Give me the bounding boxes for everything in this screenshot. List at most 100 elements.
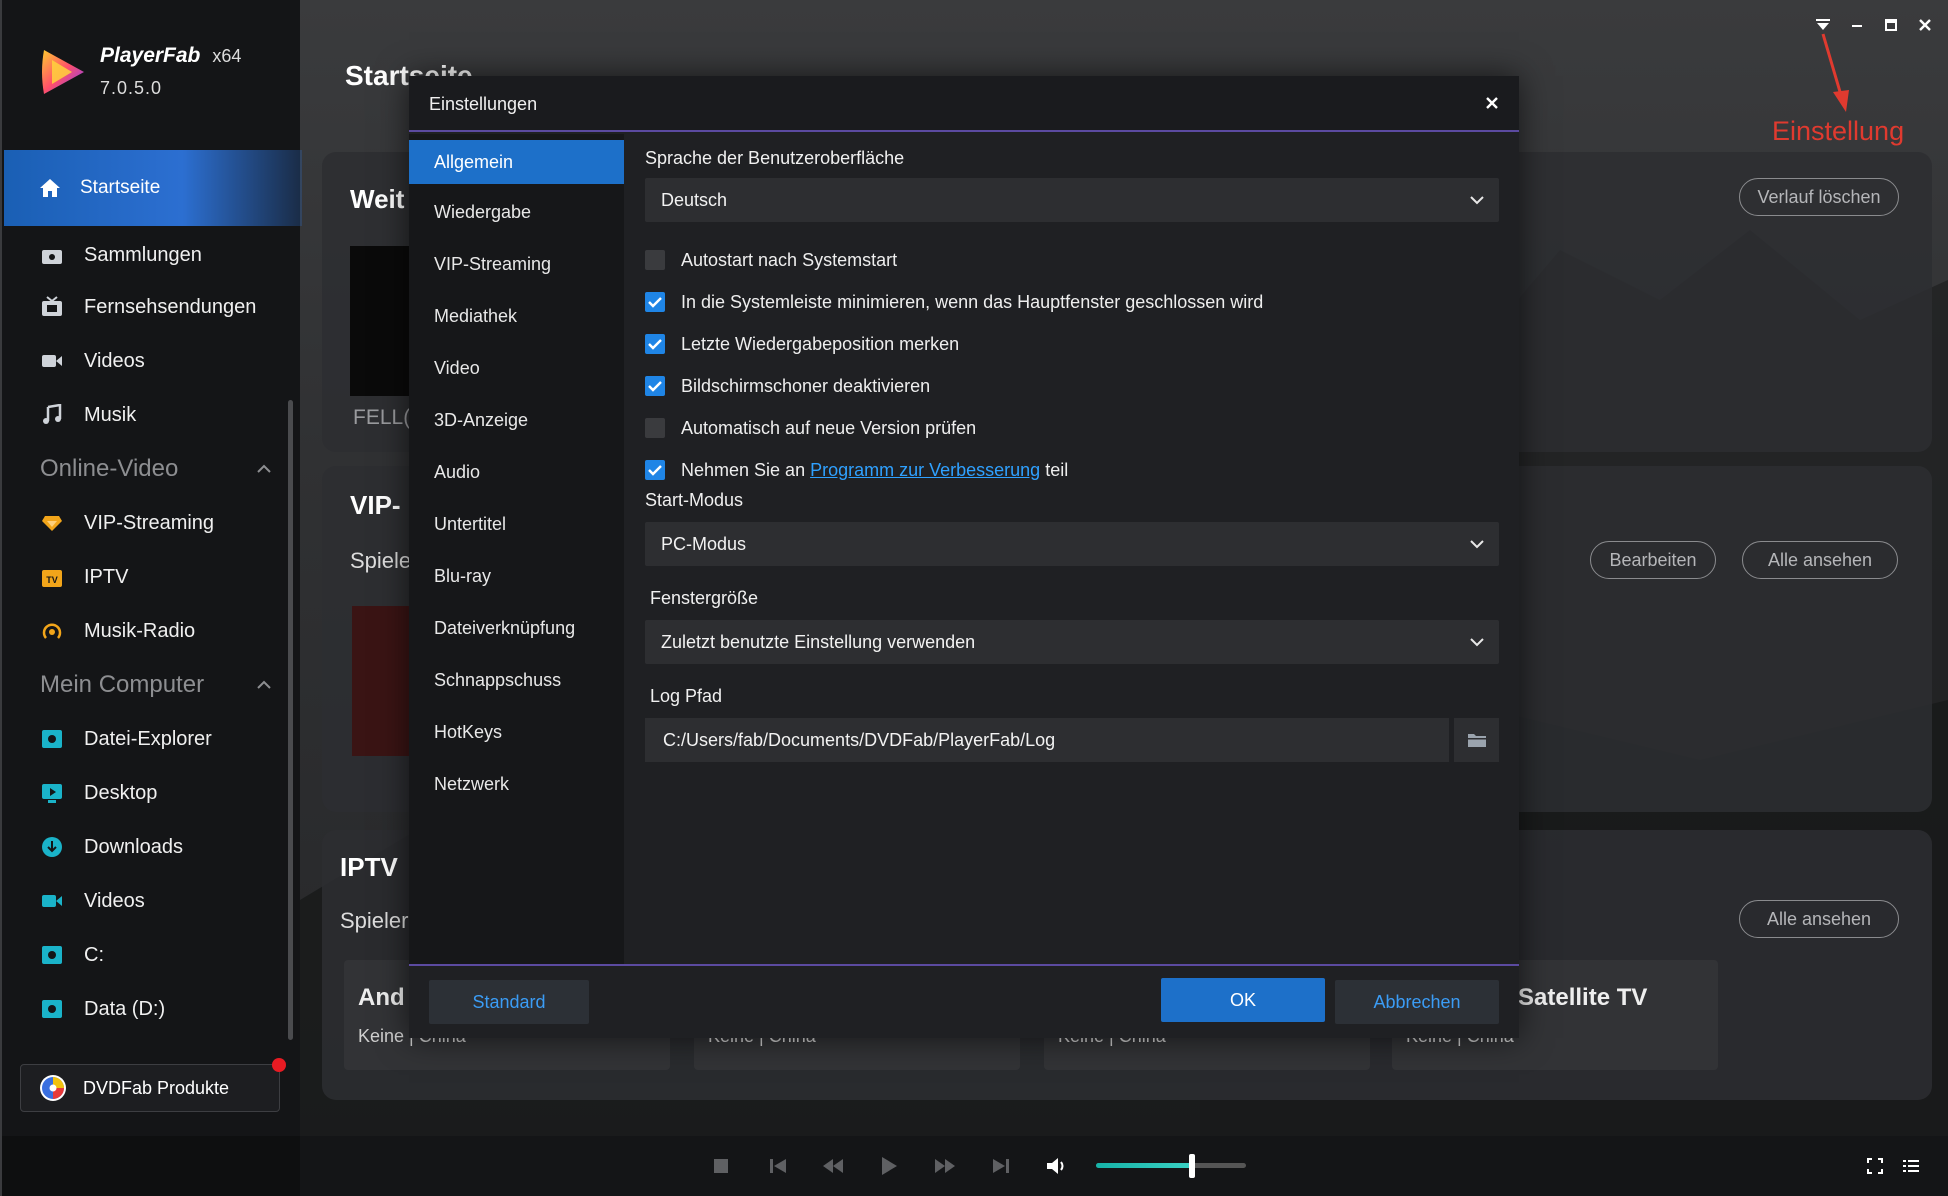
sidebar-item-label: Desktop	[84, 781, 158, 804]
ok-button[interactable]: OK	[1161, 978, 1325, 1022]
dvdfab-logo-icon	[40, 1075, 66, 1101]
dvdfab-products-button[interactable]: DVDFab Produkte	[20, 1064, 280, 1112]
volume-thumb[interactable]	[1189, 1154, 1195, 1178]
checkbox-label: In die Systemleiste minimieren, wenn das…	[681, 291, 1264, 312]
view-all-iptv-button[interactable]: Alle ansehen	[1739, 900, 1899, 938]
standard-button[interactable]: Standard	[429, 980, 589, 1024]
improvement-program-link[interactable]: Programm zur Verbesserung	[810, 460, 1040, 481]
disable-screensaver-checkbox[interactable]	[645, 376, 665, 396]
folder-icon	[40, 727, 64, 751]
log-path-input[interactable]: C:/Users/fab/Documents/DVDFab/PlayerFab/…	[645, 718, 1449, 762]
checkbox-row[interactable]: Automatisch auf neue Version prüfen	[645, 416, 976, 440]
minimize-to-tray-checkbox[interactable]	[645, 292, 665, 312]
settings-tab-blu-ray[interactable]: Blu-ray	[409, 550, 624, 602]
previous-button[interactable]	[765, 1153, 791, 1179]
folder-icon	[1467, 734, 1486, 747]
settings-tab-audio[interactable]: Audio	[409, 446, 624, 498]
sidebar-item-videos[interactable]: Videos	[2, 334, 302, 388]
sidebar-item-label: Musik-Radio	[84, 619, 196, 642]
window-size-label: Fenstergröße	[650, 588, 759, 608]
dialog-close-button[interactable]	[1481, 92, 1503, 114]
sidebar-item-vip-streaming[interactable]: VIP-Streaming	[2, 496, 302, 550]
sidebar-item-label: Fernsehsendungen	[84, 295, 257, 318]
volume-button[interactable]	[1044, 1153, 1070, 1179]
playlist-button[interactable]	[1898, 1153, 1924, 1179]
settings-tab-mediathek[interactable]: Mediathek	[409, 290, 624, 342]
sidebar-item-home[interactable]: Startseite	[4, 150, 302, 226]
radio-icon	[40, 619, 64, 643]
sidebar-item-label: Videos	[84, 889, 145, 912]
player-bar-left	[0, 1136, 300, 1196]
maximize-button[interactable]	[1878, 14, 1904, 36]
settings-tab-video[interactable]: Video	[409, 342, 624, 394]
play-button[interactable]	[876, 1153, 902, 1179]
next-button[interactable]	[988, 1153, 1014, 1179]
settings-content: Sprache der Benutzeroberfläche Deutsch A…	[624, 134, 1519, 964]
window-size-select[interactable]: Zuletzt benutzte Einstellung verwenden	[645, 620, 1499, 664]
checkbox-label: Automatisch auf neue Version prüfen	[681, 417, 977, 438]
settings-tab-3d-anzeige[interactable]: 3D-Anzeige	[409, 394, 624, 446]
app-version: 7.0.5.0	[100, 78, 163, 98]
checkbox-row[interactable]: Autostart nach Systemstart	[645, 248, 897, 272]
my-computer-section-header[interactable]: Mein Computer	[2, 658, 302, 712]
home-icon	[40, 179, 60, 197]
checkbox-label: Bildschirmschoner deaktivieren	[681, 375, 931, 396]
iptv-section-subtitle: Spieler	[340, 908, 409, 933]
checkbox-label: teil	[1045, 459, 1069, 480]
dialog-header: Einstellungen	[409, 76, 1519, 132]
remember-position-checkbox[interactable]	[645, 334, 665, 354]
settings-tab-untertitel[interactable]: Untertitel	[409, 498, 624, 550]
checkbox-row[interactable]: In die Systemleiste minimieren, wenn das…	[645, 290, 1263, 314]
vip-service-thumbnail[interactable]	[352, 606, 412, 756]
sidebar-item-datei-explorer[interactable]: Datei-Explorer	[2, 712, 302, 766]
video-camera-icon	[40, 349, 64, 373]
sidebar-item-musik[interactable]: Musik	[2, 388, 302, 442]
settings-tab-wiedergabe[interactable]: Wiedergabe	[409, 186, 624, 238]
close-window-button[interactable]	[1912, 14, 1938, 36]
close-icon	[1919, 19, 1931, 31]
view-all-vip-button[interactable]: Alle ansehen	[1742, 541, 1898, 579]
sidebar-item-drive-c[interactable]: C:	[2, 928, 302, 982]
rewind-icon	[823, 1159, 843, 1173]
start-mode-label: Start-Modus	[645, 490, 744, 510]
checkbox-row[interactable]: Letzte Wiedergabeposition merken	[645, 332, 959, 356]
fullscreen-button[interactable]	[1862, 1153, 1888, 1179]
autostart-checkbox[interactable]	[645, 250, 665, 270]
settings-tab-schnappschuss[interactable]: Schnappschuss	[409, 654, 624, 706]
chevron-down-icon	[1470, 638, 1484, 647]
fast-forward-button[interactable]	[932, 1153, 958, 1179]
sidebar-item-videos-local[interactable]: Videos	[2, 874, 302, 928]
start-mode-select[interactable]: PC-Modus	[645, 522, 1499, 566]
cancel-button[interactable]: Abbrechen	[1335, 980, 1499, 1024]
sidebar-item-fernsehsendungen[interactable]: Fernsehsendungen	[2, 280, 302, 334]
volume-slider[interactable]	[1096, 1154, 1246, 1178]
auto-update-checkbox[interactable]	[645, 418, 665, 438]
sidebar-scrollbar[interactable]	[288, 400, 293, 1040]
clear-history-button[interactable]: Verlauf löschen	[1739, 178, 1899, 216]
settings-tab-vip-streaming[interactable]: VIP-Streaming	[409, 238, 624, 290]
edit-button[interactable]: Bearbeiten	[1590, 541, 1716, 579]
online-video-section-header[interactable]: Online-Video	[2, 442, 302, 496]
checkbox-row[interactable]: Bildschirmschoner deaktivieren	[645, 374, 930, 398]
sidebar-item-iptv[interactable]: TV IPTV	[2, 550, 302, 604]
stop-button[interactable]	[708, 1153, 734, 1179]
language-select[interactable]: Deutsch	[645, 178, 1499, 222]
rewind-button[interactable]	[820, 1153, 846, 1179]
improvement-program-checkbox[interactable]	[645, 460, 665, 480]
drive-icon	[40, 997, 64, 1021]
sidebar-item-drive-d[interactable]: Data (D:)	[2, 982, 302, 1036]
settings-tab-hotkeys[interactable]: HotKeys	[409, 706, 624, 758]
checkbox-row[interactable]: Nehmen Sie an Programm zur Verbesserung …	[645, 458, 1068, 482]
chevron-down-icon	[1470, 540, 1484, 549]
sidebar-item-downloads[interactable]: Downloads	[2, 820, 302, 874]
continue-thumbnail[interactable]	[350, 246, 410, 396]
play-icon	[882, 1157, 897, 1175]
settings-tab-allgemein[interactable]: Allgemein	[409, 140, 624, 184]
sidebar-item-musik-radio[interactable]: Musik-Radio	[2, 604, 302, 658]
sidebar-item-sammlungen[interactable]: Sammlungen	[2, 230, 302, 280]
sidebar-item-label: Musik	[84, 403, 137, 426]
sidebar-item-desktop[interactable]: Desktop	[2, 766, 302, 820]
browse-folder-button[interactable]	[1454, 718, 1499, 762]
settings-tab-dateiverknuepfung[interactable]: Dateiverknüpfung	[409, 602, 624, 654]
settings-tab-netzwerk[interactable]: Netzwerk	[409, 758, 624, 810]
